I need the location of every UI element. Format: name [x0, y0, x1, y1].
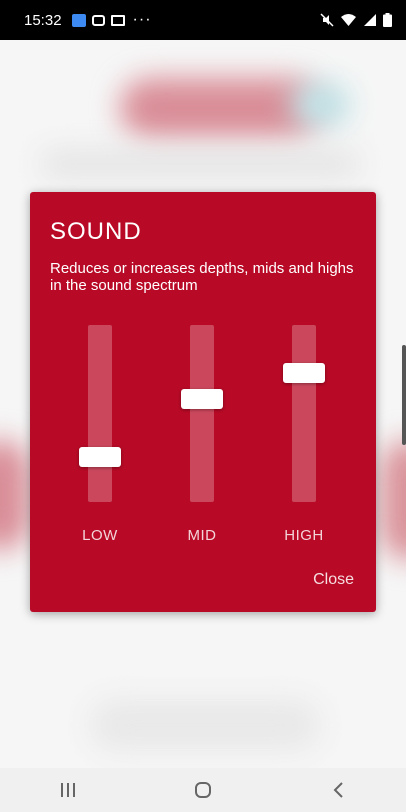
- recents-button[interactable]: [43, 768, 93, 812]
- low-slider-track[interactable]: [88, 325, 112, 502]
- background-blur: [40, 150, 360, 178]
- back-button[interactable]: [313, 768, 363, 812]
- chat-icon: [91, 14, 105, 26]
- more-notifications-icon: ···: [132, 11, 152, 28]
- high-slider-thumb[interactable]: [283, 363, 325, 383]
- high-label: HIGH: [284, 527, 324, 544]
- wifi-icon: [341, 14, 356, 26]
- low-slider-thumb[interactable]: [79, 447, 121, 467]
- mute-icon: [320, 13, 334, 27]
- low-slider[interactable]: [70, 325, 130, 502]
- home-icon: [194, 782, 211, 798]
- close-button[interactable]: Close: [313, 571, 354, 589]
- low-label: LOW: [82, 527, 118, 544]
- high-slider-track[interactable]: [292, 325, 316, 502]
- background-blur: [90, 700, 320, 750]
- high-slider[interactable]: [274, 325, 334, 502]
- status-bar: 15:32 ···: [0, 0, 406, 40]
- mid-slider-track[interactable]: [190, 325, 214, 502]
- mid-slider-thumb[interactable]: [181, 389, 223, 409]
- sound-dialog: SOUND Reduces or increases depths, mids …: [30, 192, 376, 612]
- dialog-description: Reduces or increases depths, mids and hi…: [50, 260, 354, 294]
- background-blur: [290, 82, 350, 127]
- background-blur: [0, 440, 30, 550]
- navigation-bar: [0, 768, 406, 812]
- recents-icon: [60, 783, 75, 797]
- scrollbar[interactable]: [402, 345, 406, 445]
- system-icons: [320, 13, 392, 27]
- dialog-title: SOUND: [50, 218, 142, 245]
- mid-label: MID: [187, 527, 217, 544]
- mid-slider[interactable]: [172, 325, 232, 502]
- app-notification-icon: [71, 13, 86, 27]
- signal-icon: [364, 14, 376, 26]
- back-icon: [333, 782, 344, 798]
- gallery-icon: [110, 14, 125, 26]
- status-time: 15:32: [24, 11, 62, 29]
- notification-icons: [71, 13, 125, 27]
- background-blur: [380, 440, 406, 560]
- home-button[interactable]: [178, 768, 228, 812]
- battery-icon: [383, 13, 392, 27]
